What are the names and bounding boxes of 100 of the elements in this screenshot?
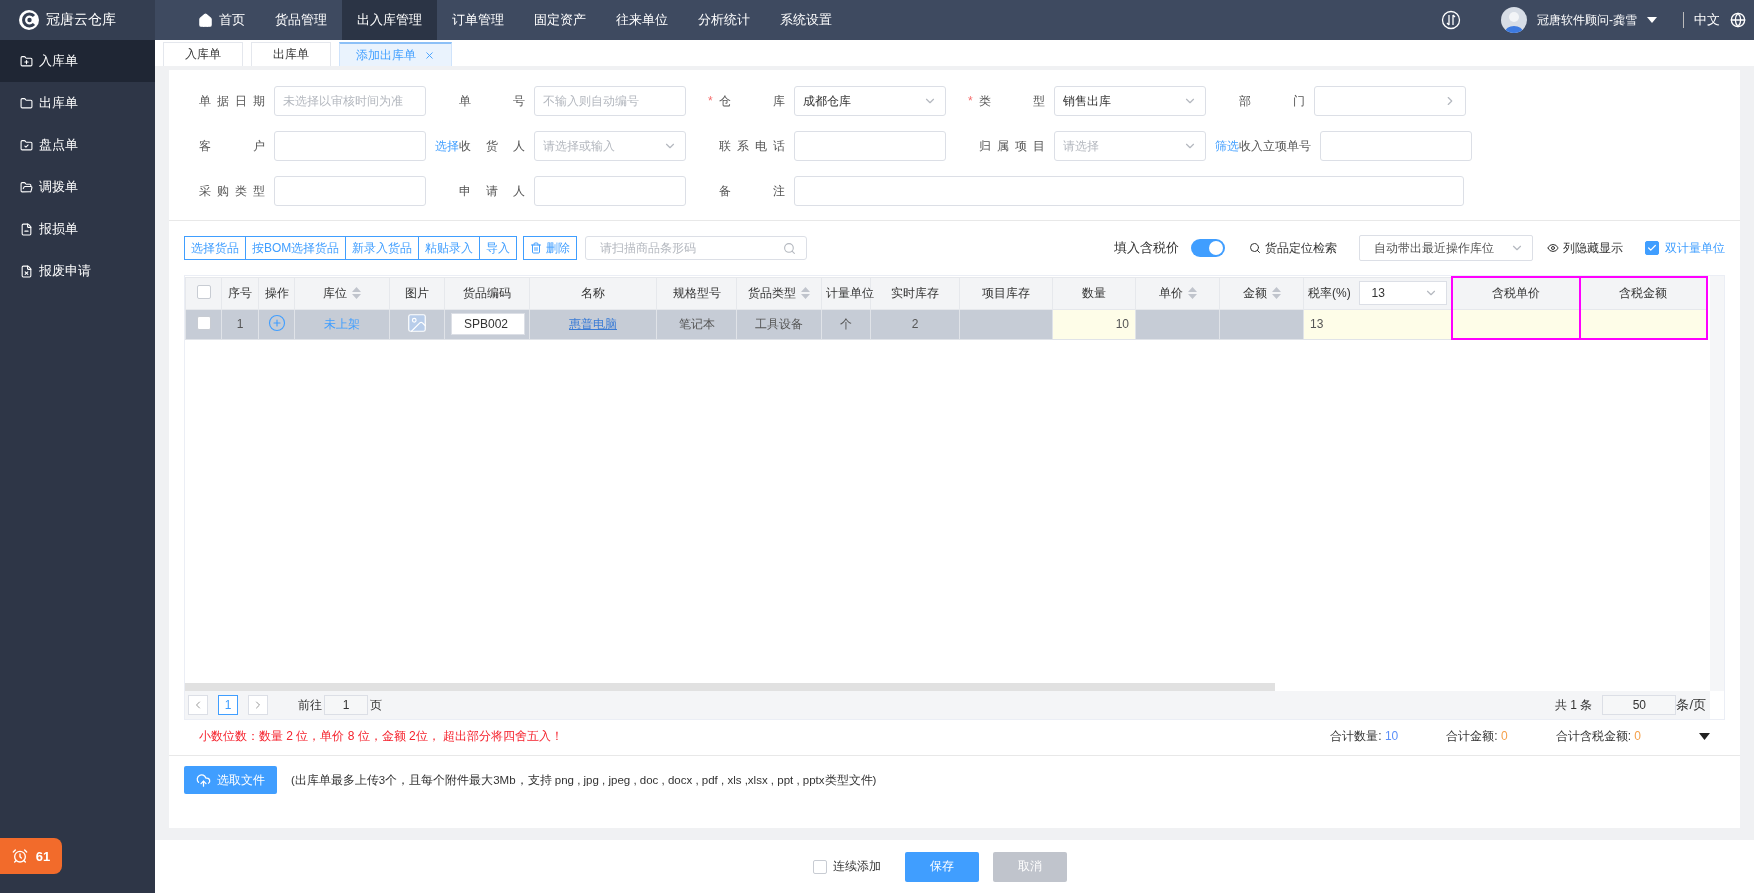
search-icon <box>783 241 797 255</box>
select-field[interactable] <box>1314 86 1466 116</box>
prev-page-button[interactable] <box>188 695 208 715</box>
nav-item[interactable]: 往来单位 <box>601 0 683 40</box>
tax-rate-select[interactable]: 13 <box>1358 281 1447 305</box>
brand[interactable]: 冠唐云仓库 <box>0 0 155 40</box>
caret-icon[interactable] <box>1699 733 1710 740</box>
folder-check-icon <box>20 138 33 152</box>
field-label: 单据日期 <box>199 92 265 110</box>
continuous-add-label: 连续添加 <box>832 858 881 875</box>
field-label: 联系电话 <box>719 137 785 155</box>
select-all-checkbox[interactable] <box>196 284 211 299</box>
file-x-icon <box>20 264 33 278</box>
page-size-select[interactable]: 50 <box>1602 695 1677 715</box>
avatar[interactable] <box>1501 7 1527 33</box>
user-name[interactable]: 冠唐软件顾问-龚雪 <box>1537 11 1637 29</box>
column-header[interactable]: 库位 <box>294 277 390 309</box>
nav-item[interactable]: 首页 <box>183 0 260 40</box>
dual-unit-checkbox[interactable] <box>1645 241 1659 255</box>
column-header: 数量 <box>1052 277 1136 309</box>
sidebar-item[interactable]: 报废申请 <box>0 250 155 292</box>
row-checkbox[interactable] <box>196 315 211 330</box>
field-label: 收货人 <box>459 137 525 155</box>
nav-item[interactable]: 分析统计 <box>683 0 765 40</box>
home-icon <box>198 12 213 28</box>
eye-icon <box>1547 242 1559 254</box>
goto-input[interactable]: 1 <box>324 695 368 715</box>
input-field[interactable] <box>794 176 1464 206</box>
sidebar-item[interactable]: 盘点单 <box>0 124 155 166</box>
table-cell: 2 <box>870 309 960 339</box>
sync-icon[interactable] <box>1441 10 1461 30</box>
continuous-add-checkbox[interactable] <box>812 859 827 874</box>
tax-toggle[interactable] <box>1191 239 1225 257</box>
column-header[interactable]: 货品类型 <box>736 277 822 309</box>
page-unit: 页 <box>370 696 382 714</box>
tab[interactable]: 出库单 <box>251 42 331 66</box>
input-field[interactable] <box>794 131 946 161</box>
required-mark: * <box>708 95 713 107</box>
editable-cell: 10 <box>1052 309 1136 339</box>
nav-item[interactable]: 系统设置 <box>765 0 847 40</box>
next-page-button[interactable] <box>248 695 268 715</box>
table-cell: 笔记本 <box>656 309 737 339</box>
tab[interactable]: 入库单 <box>163 42 243 66</box>
brand-name: 冠唐云仓库 <box>46 11 116 29</box>
logo-icon <box>18 9 40 31</box>
add-icon[interactable] <box>267 313 286 332</box>
sort-icon[interactable] <box>801 287 810 300</box>
field-label: 仓库 <box>719 92 785 110</box>
sort-icon[interactable] <box>352 287 361 300</box>
nav-item[interactable]: 订单管理 <box>437 0 519 40</box>
page-size-unit: 条/页 <box>1676 696 1706 714</box>
columns-link[interactable]: 列隐藏显示 <box>1547 239 1623 257</box>
select-field[interactable]: 销售出库 <box>1054 86 1206 116</box>
nav-item[interactable]: 出入库管理 <box>342 0 437 40</box>
column-header: 规格型号 <box>656 277 737 309</box>
total-item: 合计金额: 0 <box>1446 728 1508 745</box>
nav-item[interactable]: 固定资产 <box>519 0 601 40</box>
locate-link[interactable]: 货品定位检索 <box>1249 239 1337 257</box>
column-header: 项目库存 <box>959 277 1053 309</box>
location-select[interactable]: 自动带出最近操作库位 <box>1359 235 1533 261</box>
column-header[interactable]: 单价 <box>1135 277 1220 309</box>
close-icon[interactable] <box>424 49 435 61</box>
sort-icon[interactable] <box>1187 287 1197 300</box>
sidebar-item[interactable]: 出库单 <box>0 82 155 124</box>
column-header: 操作 <box>258 277 295 309</box>
column-header[interactable]: 金额 <box>1219 277 1304 309</box>
input-field[interactable] <box>1320 131 1472 161</box>
column-header: 序号 <box>221 277 259 309</box>
field-label: 客户 <box>199 137 265 155</box>
sidebar-item[interactable]: 报损单 <box>0 208 155 250</box>
field-label: 收入立项单号 <box>1239 137 1311 155</box>
precision-note: 小数位数：数量 2 位，单价 8 位，金额 2位， 超出部分将四舍五入！ <box>199 728 564 745</box>
field-label: 采购类型 <box>199 182 265 200</box>
column-header: 含税金额 <box>1579 277 1707 309</box>
file-minus-icon <box>20 222 33 236</box>
code-input[interactable]: SPB002 <box>451 313 525 335</box>
field-label: 备注 <box>719 182 785 200</box>
sort-icon[interactable] <box>1271 287 1281 300</box>
globe-icon[interactable] <box>1730 12 1746 28</box>
scrollbar[interactable] <box>185 683 1275 691</box>
cloud-upload-icon <box>196 772 211 788</box>
input-field[interactable] <box>274 131 426 161</box>
required-mark: * <box>968 95 973 107</box>
field-label: 类型 <box>979 92 1045 110</box>
column-header: 货品编码 <box>444 277 530 309</box>
input-field[interactable] <box>534 176 686 206</box>
field-label: 归属项目 <box>979 137 1045 155</box>
sidebar-item[interactable]: 入库单 <box>0 40 155 82</box>
folder-icon <box>20 180 33 194</box>
input-field[interactable] <box>274 176 426 206</box>
nav-item[interactable]: 货品管理 <box>260 0 342 40</box>
editable-cell: 13 <box>1303 309 1452 339</box>
select-field[interactable]: 成都仓库 <box>794 86 946 116</box>
sidebar-item[interactable]: 调拨单 <box>0 166 155 208</box>
caret-icon[interactable] <box>1647 17 1657 23</box>
field-label: 申请人 <box>459 182 525 200</box>
upload-hint: (出库单最多上传3个，且每个附件最大3Mb，支持 png , jpg , jpeg , doc , docx , pdf , xls ,xlsx , ppt , pptx类型文件) <box>291 772 877 788</box>
column-header: 含税单价 <box>1451 277 1580 309</box>
language-label[interactable]: 中文 <box>1694 11 1720 29</box>
trash-icon <box>530 242 543 254</box>
